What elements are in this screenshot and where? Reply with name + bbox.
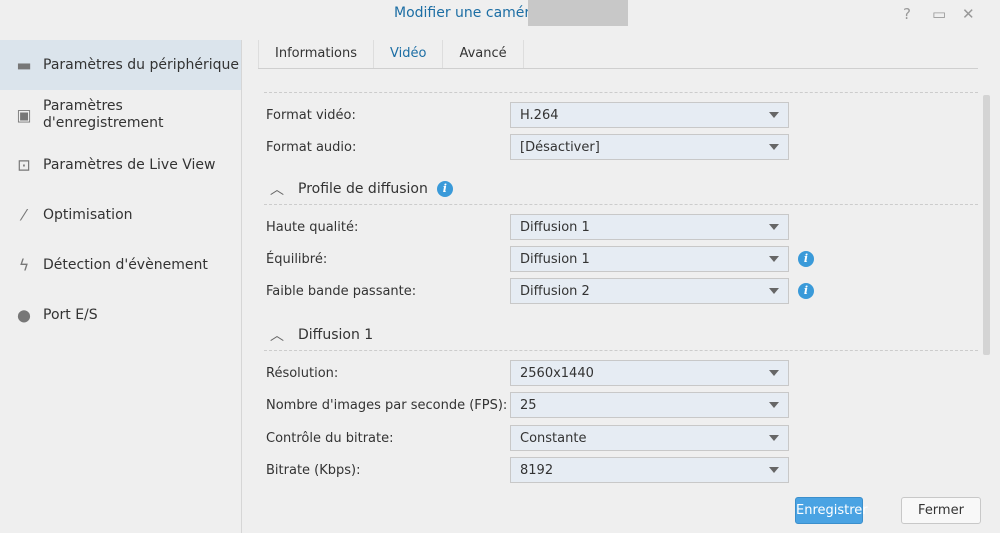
low-bandwidth-label: Faible bande passante: — [266, 283, 417, 299]
chevron-up-icon: ︿ — [270, 328, 284, 344]
save-button[interactable]: Enregistrer — [795, 497, 868, 524]
balanced-label: Équilibré: — [266, 251, 328, 267]
bitrate-label: Bitrate (Kbps): — [266, 462, 361, 478]
sidebar: ▬ Paramètres du périphérique ▣ Paramètres … — [0, 40, 242, 533]
chevron-up-icon: ︿ — [270, 182, 284, 198]
tab-informations[interactable]: Informations — [258, 40, 375, 68]
chevron-down-icon — [769, 224, 779, 230]
select-value: 2560x1440 — [520, 365, 594, 381]
sidebar-item-live-view-settings[interactable]: ⊡ Paramètres de Live View — [0, 140, 241, 190]
chevron-down-icon — [769, 256, 779, 262]
info-icon[interactable]: i — [798, 251, 814, 267]
help-icon[interactable]: ? — [903, 5, 911, 23]
select-value: Diffusion 1 — [520, 219, 590, 235]
video-settings-form: Format vidéo: H.264 Format audio: [Désacti… — [258, 70, 978, 485]
sidebar-item-recording-settings[interactable]: ▣ Paramètres d'enregistrement — [0, 90, 241, 140]
close-icon[interactable]: ✕ — [962, 5, 975, 23]
redacted-camera-name — [528, 0, 628, 26]
maximize-icon[interactable]: ▭ — [932, 5, 946, 23]
lightning-icon: ϟ — [18, 255, 30, 275]
close-button[interactable]: Fermer — [901, 497, 981, 524]
sidebar-item-label: Détection d'évènement — [43, 256, 208, 273]
magic-wand-icon: ⁄ — [22, 205, 26, 225]
audio-format-select[interactable]: [Désactiver] — [510, 134, 789, 160]
bitrate-control-label: Contrôle du bitrate: — [266, 430, 394, 446]
stream1-section-header[interactable]: ︿ Diffusion 1 — [270, 324, 373, 346]
chevron-down-icon — [769, 144, 779, 150]
select-value: 25 — [520, 397, 537, 413]
divider — [264, 204, 978, 205]
video-format-label: Format vidéo: — [266, 107, 356, 123]
chevron-down-icon — [769, 112, 779, 118]
sidebar-item-optimization[interactable]: ⁄ Optimisation — [0, 190, 241, 240]
sidebar-item-event-detection[interactable]: ϟ Détection d'évènement — [0, 240, 241, 290]
sidebar-item-label: Paramètres de Live View — [43, 156, 216, 173]
select-value: 8192 — [520, 462, 554, 478]
chevron-down-icon — [769, 288, 779, 294]
select-value: Constante — [520, 430, 587, 446]
info-icon[interactable]: i — [436, 181, 453, 197]
tab-video[interactable]: Vidéo — [374, 40, 444, 68]
sidebar-item-label: Optimisation — [43, 206, 133, 223]
fps-label: Nombre d'images par seconde (FPS): — [266, 397, 508, 413]
bitrate-select[interactable]: 8192 — [510, 457, 789, 483]
low-bandwidth-select[interactable]: Diffusion 2 — [510, 278, 789, 304]
select-value: H.264 — [520, 107, 559, 123]
window-title: Modifier une caméra — [394, 5, 539, 21]
info-icon[interactable]: i — [798, 283, 814, 299]
bitrate-control-select[interactable]: Constante — [510, 425, 789, 451]
chevron-down-icon — [769, 467, 779, 473]
profile-section-header[interactable]: ︿ Profile de diffusion i — [270, 178, 453, 200]
resolution-select[interactable]: 2560x1440 — [510, 360, 789, 386]
sidebar-item-io-port[interactable]: ● Port E/S — [0, 290, 241, 340]
select-value: [Désactiver] — [520, 139, 600, 155]
camera-icon: ▬ — [16, 55, 32, 75]
tab-bar: Informations Vidéo Avancé — [258, 40, 978, 69]
sidebar-item-device-settings[interactable]: ▬ Paramètres du périphérique — [0, 40, 241, 90]
chevron-down-icon — [769, 402, 779, 408]
chevron-down-icon — [769, 370, 779, 376]
select-value: Diffusion 1 — [520, 251, 590, 267]
resolution-label: Résolution: — [266, 365, 339, 381]
sidebar-item-label: Paramètres d'enregistrement — [43, 98, 164, 131]
balanced-select[interactable]: Diffusion 1 — [510, 246, 789, 272]
tab-advanced[interactable]: Avancé — [443, 40, 524, 68]
high-quality-label: Haute qualité: — [266, 219, 359, 235]
high-quality-select[interactable]: Diffusion 1 — [510, 214, 789, 240]
select-value: Diffusion 2 — [520, 283, 590, 299]
fps-select[interactable]: 25 — [510, 392, 789, 418]
section-title: Profile de diffusion — [298, 181, 428, 197]
video-format-select[interactable]: H.264 — [510, 102, 789, 128]
sidebar-item-label: Paramètres du périphérique — [43, 56, 240, 73]
divider — [264, 350, 978, 351]
live-view-icon: ⊡ — [17, 155, 31, 175]
scrollbar[interactable] — [983, 95, 990, 355]
divider — [264, 92, 978, 93]
chevron-down-icon — [769, 435, 779, 441]
audio-format-label: Format audio: — [266, 139, 357, 155]
section-title: Diffusion 1 — [298, 327, 374, 343]
calendar-icon: ▣ — [16, 105, 32, 125]
bulb-icon: ● — [17, 305, 31, 325]
sidebar-item-label: Port E/S — [43, 306, 98, 323]
